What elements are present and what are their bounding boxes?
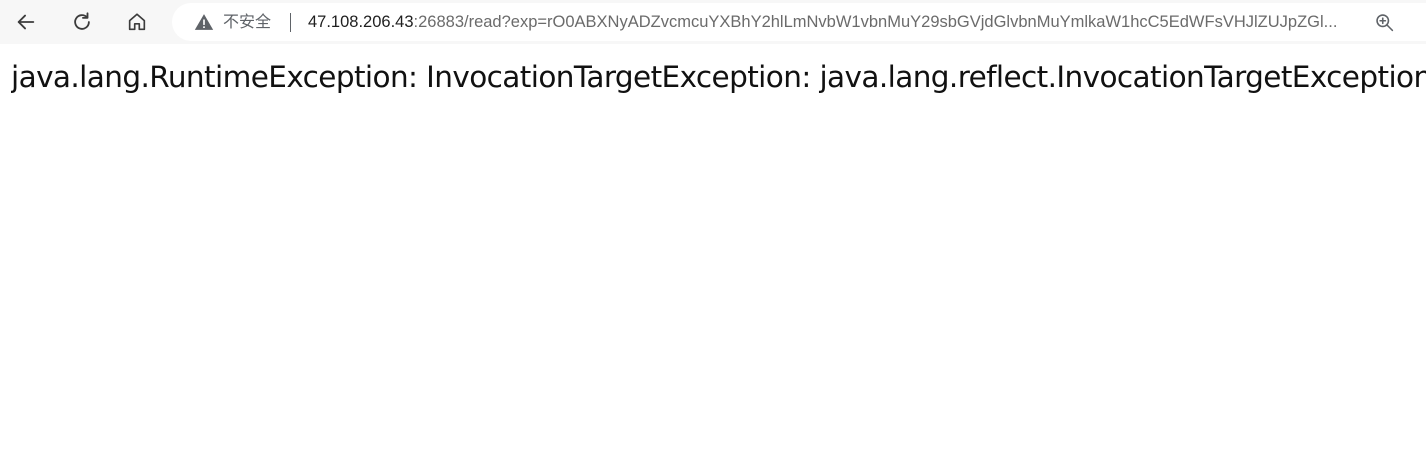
back-button[interactable] [8,4,44,40]
address-separator [290,13,291,32]
url-text[interactable]: 47.108.206.43:26883/read?exp=rO0ABXNyADZ… [308,3,1358,41]
url-path: :26883/read?exp=rO0ABXNyADZvcmcuYXBhY2hl… [413,13,1338,31]
error-message: java.lang.RuntimeException: InvocationTa… [11,60,1426,94]
browser-toolbar: 不安全 47.108.206.43:26883/read?exp=rO0ABXN… [0,0,1426,44]
reload-icon [74,12,90,30]
url-host: 47.108.206.43 [308,13,414,31]
security-label[interactable]: 不安全 [223,3,271,41]
arrow-left-icon [17,14,35,30]
home-button[interactable] [119,4,155,40]
warning-triangle-icon[interactable] [194,12,214,32]
home-icon [128,13,146,31]
zoom-in-icon[interactable] [1374,12,1395,33]
reload-button[interactable] [64,4,100,40]
address-bar[interactable]: 不安全 47.108.206.43:26883/read?exp=rO0ABXN… [172,3,1426,41]
